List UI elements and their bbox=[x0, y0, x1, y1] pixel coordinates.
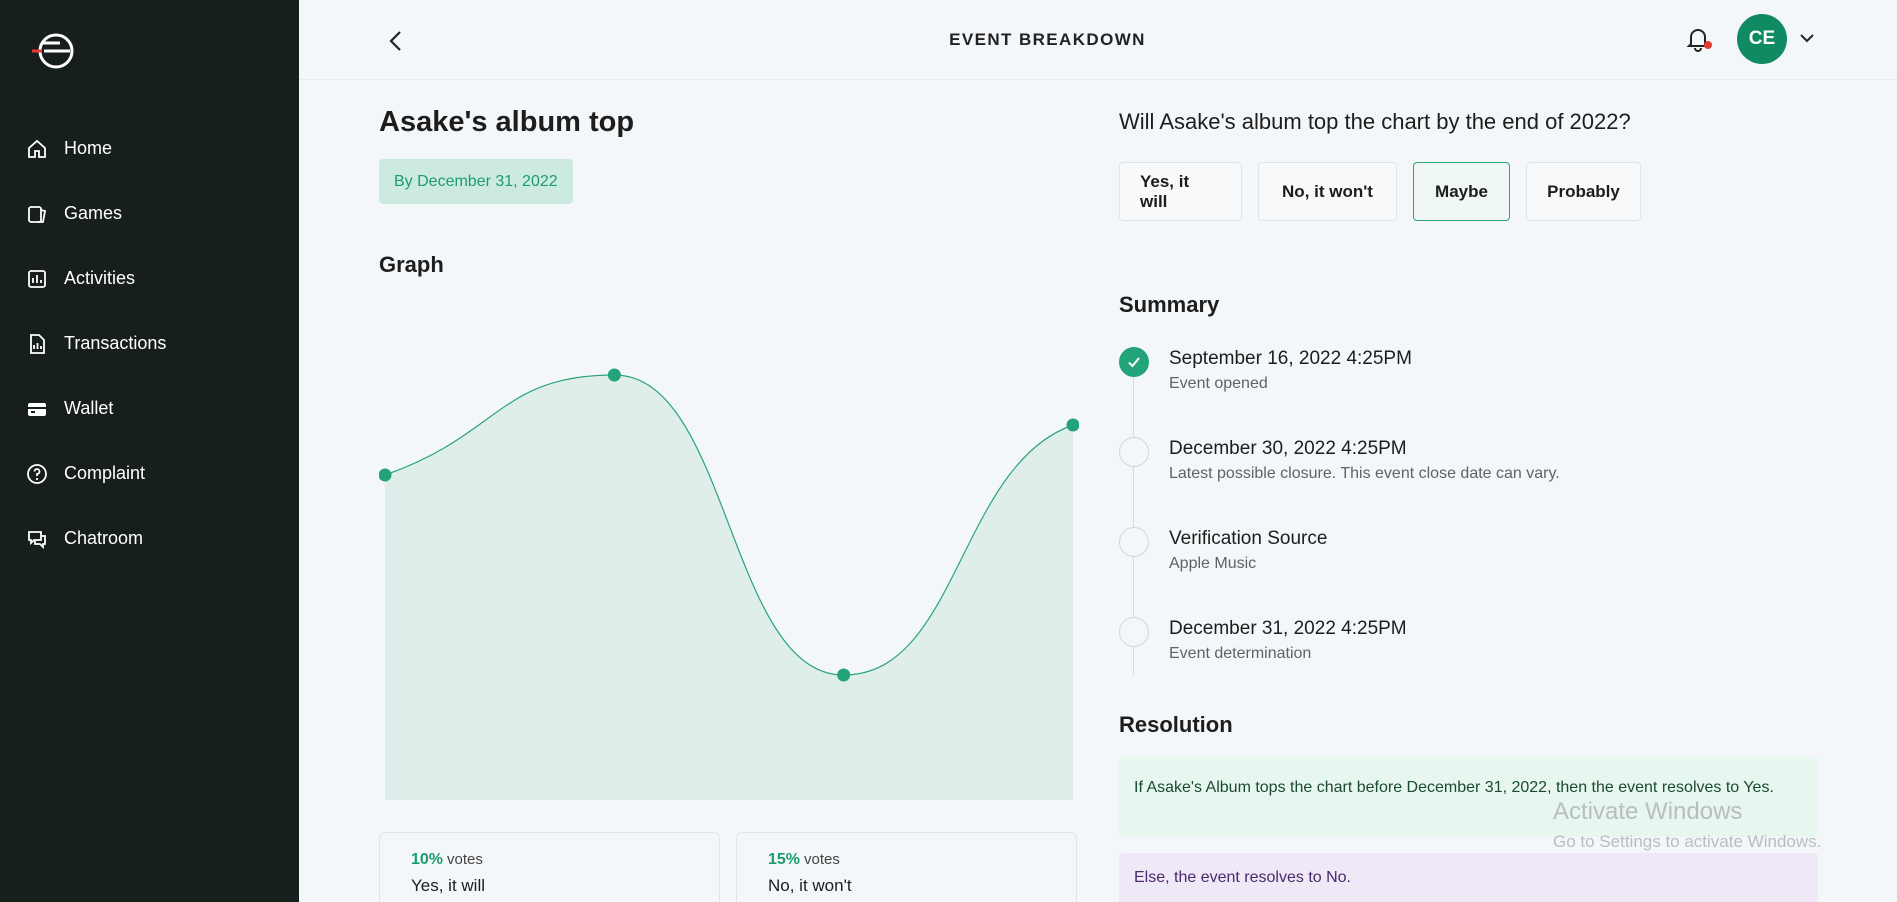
vote-option-label: No, it won't bbox=[768, 876, 852, 895]
top-header: EVENT BREAKDOWN CE bbox=[299, 0, 1897, 80]
watermark-subtitle: Go to Settings to activate Windows. bbox=[1553, 832, 1822, 851]
deadline-badge: By December 31, 2022 bbox=[379, 159, 573, 204]
event-question: Will Asake's album top the chart by the … bbox=[1119, 109, 1631, 134]
wallet-icon bbox=[26, 398, 48, 420]
sidebar-item-label: Transactions bbox=[64, 333, 167, 353]
sidebar-nav: Home Games Activities Transactions Walle… bbox=[0, 116, 299, 571]
timeline-subtext: Apple Music bbox=[1169, 555, 1257, 572]
empty-circle-icon bbox=[1119, 527, 1149, 557]
choice-no-button[interactable]: No, it won't bbox=[1258, 162, 1397, 221]
timeline-heading: September 16, 2022 4:25PM bbox=[1169, 348, 1412, 369]
empty-circle-icon bbox=[1119, 617, 1149, 647]
chart-area-fill bbox=[385, 375, 1073, 800]
brand-logo-icon[interactable] bbox=[30, 30, 76, 72]
windows-activation-watermark: Activate Windows Go to Settings to activ… bbox=[1553, 798, 1821, 852]
vote-percent: 10% votes bbox=[411, 851, 483, 868]
avatar[interactable]: CE bbox=[1737, 14, 1787, 64]
graph-title: Graph bbox=[379, 252, 444, 277]
empty-circle-icon bbox=[1119, 437, 1149, 467]
timeline-subtext: Latest possible closure. This event clos… bbox=[1169, 465, 1560, 482]
page-title: EVENT BREAKDOWN bbox=[949, 30, 1146, 49]
check-circle-icon bbox=[1119, 347, 1149, 377]
answer-choices: Yes, it will No, it won't Maybe Probably bbox=[1119, 162, 1641, 221]
resolution-title: Resolution bbox=[1119, 712, 1233, 737]
chevron-down-icon[interactable] bbox=[1799, 30, 1815, 46]
sidebar-item-label: Chatroom bbox=[64, 528, 144, 548]
notification-bell-button[interactable] bbox=[1684, 24, 1712, 54]
vote-option-label: Yes, it will bbox=[411, 876, 486, 895]
sidebar-item-games[interactable]: Games bbox=[0, 181, 299, 246]
timeline-heading: Verification Source bbox=[1169, 528, 1328, 549]
activities-icon bbox=[26, 268, 48, 290]
event-title: Asake's album top bbox=[379, 106, 635, 138]
sidebar-item-wallet[interactable]: Wallet bbox=[0, 376, 299, 441]
timeline-item: Verification Source Apple Music bbox=[1119, 525, 1819, 585]
chart-data-point[interactable] bbox=[379, 468, 392, 482]
timeline-subtext: Event opened bbox=[1169, 375, 1268, 392]
choice-probably-button[interactable]: Probably bbox=[1526, 162, 1641, 221]
bell-icon bbox=[1686, 29, 1710, 52]
complaint-icon bbox=[26, 463, 48, 485]
chart-data-point[interactable] bbox=[837, 668, 851, 682]
watermark-title: Activate Windows bbox=[1553, 798, 1743, 825]
sidebar-item-label: Games bbox=[64, 203, 123, 223]
transactions-icon bbox=[26, 333, 48, 355]
vote-card-yes[interactable]: 10% votes Yes, it will bbox=[379, 832, 720, 902]
sidebar-item-label: Complaint bbox=[64, 463, 146, 483]
resolution-no-note: Else, the event resolves to No. bbox=[1119, 853, 1818, 902]
sidebar-item-activities[interactable]: Activities bbox=[0, 246, 299, 311]
home-icon bbox=[26, 138, 48, 160]
sidebar-item-label: Wallet bbox=[64, 398, 114, 418]
sidebar-item-transactions[interactable]: Transactions bbox=[0, 311, 299, 376]
sidebar-item-label: Activities bbox=[64, 268, 136, 288]
choice-maybe-button[interactable]: Maybe bbox=[1413, 162, 1510, 221]
timeline-subtext: Event determination bbox=[1169, 645, 1312, 662]
sidebar-item-complaint[interactable]: Complaint bbox=[0, 441, 299, 506]
summary-title: Summary bbox=[1119, 292, 1220, 317]
area-chart bbox=[379, 368, 1080, 800]
chatroom-icon bbox=[26, 528, 48, 550]
timeline-item: September 16, 2022 4:25PM Event opened bbox=[1119, 345, 1819, 405]
timeline-item: December 30, 2022 4:25PM Latest possible… bbox=[1119, 435, 1819, 495]
chart-data-point[interactable] bbox=[607, 368, 621, 382]
choice-yes-button[interactable]: Yes, it will bbox=[1119, 162, 1242, 221]
timeline-heading: December 31, 2022 4:25PM bbox=[1169, 618, 1407, 639]
vote-percent: 15% votes bbox=[768, 851, 840, 868]
vote-card-no[interactable]: 15% votes No, it won't bbox=[736, 832, 1077, 902]
sidebar-item-chatroom[interactable]: Chatroom bbox=[0, 506, 299, 571]
sidebar: Home Games Activities Transactions Walle… bbox=[0, 0, 299, 902]
notification-dot bbox=[1704, 41, 1712, 49]
timeline-heading: December 30, 2022 4:25PM bbox=[1169, 438, 1407, 459]
games-icon bbox=[26, 203, 48, 225]
chart-data-point[interactable] bbox=[1066, 418, 1080, 432]
sidebar-item-home[interactable]: Home bbox=[0, 116, 299, 181]
sidebar-item-label: Home bbox=[64, 138, 113, 158]
timeline-item: December 31, 2022 4:25PM Event determina… bbox=[1119, 615, 1819, 675]
